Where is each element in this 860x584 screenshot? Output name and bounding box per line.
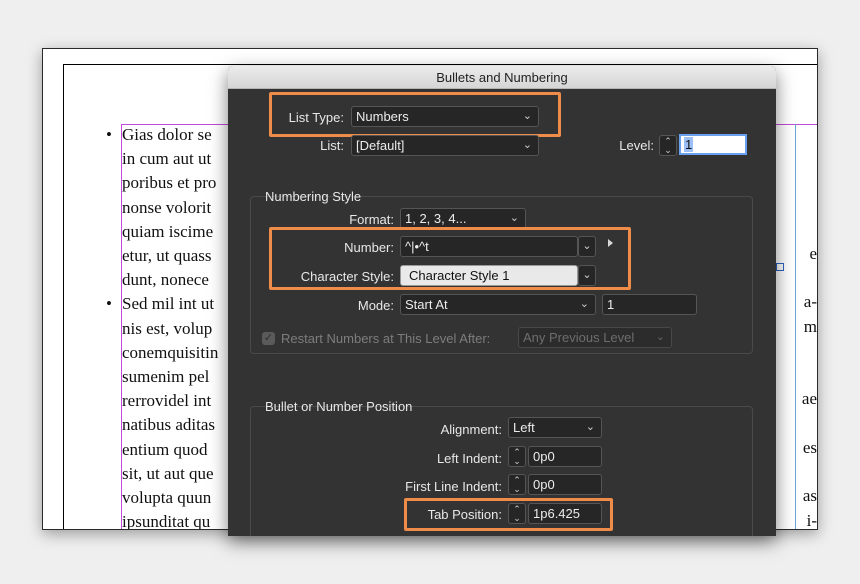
list-type-value: Numbers xyxy=(356,109,409,124)
character-style-value: Character Style 1 xyxy=(409,268,510,283)
text-fragment-right: e xyxy=(809,244,817,263)
chevron-down-icon: ⌄ xyxy=(579,298,589,310)
chevron-down-icon: ⌄ xyxy=(655,331,665,343)
triangle-right-icon[interactable] xyxy=(608,239,613,247)
position-group-title: Bullet or Number Position xyxy=(265,399,413,414)
text-fragment-right: ae xyxy=(801,389,817,408)
format-label: Format: xyxy=(349,212,394,227)
mode-select[interactable]: Start At ⌄ xyxy=(400,294,596,315)
first-line-indent-input[interactable]: 0p0 xyxy=(528,474,602,495)
character-style-label: Character Style: xyxy=(300,269,394,284)
alignment-value: Left xyxy=(513,420,535,435)
text-fragment-right: es xyxy=(802,438,817,457)
chevron-down-icon[interactable]: ⌄ xyxy=(578,265,596,286)
alignment-label: Alignment: xyxy=(440,422,502,437)
mode-value: Start At xyxy=(405,297,448,312)
mode-label: Mode: xyxy=(357,298,394,313)
text-fragment-right: as xyxy=(802,486,817,505)
stepper-arrows-icon[interactable]: ⌃ ⌄ xyxy=(508,474,526,495)
alignment-select[interactable]: Left ⌄ xyxy=(508,417,602,438)
mode-start-value: 1 xyxy=(607,297,615,312)
restart-numbers-label: Restart Numbers at This Level After: xyxy=(281,331,491,346)
number-label: Number: xyxy=(344,240,394,255)
restart-level-value: Any Previous Level xyxy=(523,330,635,345)
dialog-title: Bullets and Numbering xyxy=(228,66,776,89)
restart-level-select[interactable]: Any Previous Level ⌄ xyxy=(518,327,672,348)
list-select[interactable]: [Default] ⌄ xyxy=(351,135,539,156)
level-value: 1 xyxy=(684,137,694,152)
stepper-arrows-icon[interactable]: ⌃ ⌄ xyxy=(508,503,526,524)
list-type-select[interactable]: Numbers ⌄ xyxy=(351,106,539,127)
page-edge-left xyxy=(63,64,64,529)
format-select[interactable]: 1, 2, 3, 4... ⌄ xyxy=(400,208,526,229)
chevron-down-icon: ⌄ xyxy=(522,139,532,151)
left-indent-input[interactable]: 0p0 xyxy=(528,446,602,467)
bullet-glyph: • xyxy=(106,125,112,144)
mode-start-input[interactable]: 1 xyxy=(602,294,697,315)
level-label: Level: xyxy=(619,138,654,153)
text-fragment-right: m xyxy=(803,317,817,336)
bullets-numbering-dialog: Bullets and Numbering List Type: Numbers… xyxy=(228,66,776,536)
text-frame-out-port[interactable] xyxy=(776,263,784,271)
tab-position-value: 1p6.425 xyxy=(533,506,580,521)
chevron-down-icon[interactable]: ⌄ xyxy=(578,236,596,257)
character-style-select[interactable]: Character Style 1 xyxy=(400,265,578,286)
tab-position-label: Tab Position: xyxy=(427,507,502,522)
chevron-down-icon: ⌄ xyxy=(509,212,519,224)
first-line-indent-label: First Line Indent: xyxy=(405,479,502,494)
left-indent-value: 0p0 xyxy=(533,449,555,464)
left-indent-label: Left Indent: xyxy=(436,451,502,466)
list-type-label: List Type: xyxy=(288,110,344,125)
list-value: [Default] xyxy=(356,138,405,153)
tab-position-input[interactable]: 1p6.425 xyxy=(528,503,602,524)
format-value: 1, 2, 3, 4... xyxy=(405,211,467,226)
page-edge-top xyxy=(63,64,817,65)
number-input[interactable]: ^|•^t xyxy=(400,236,578,257)
chevron-down-icon: ⌄ xyxy=(585,421,595,433)
stepper-arrows-icon[interactable]: ⌃ ⌄ xyxy=(508,446,526,467)
first-line-indent-value: 0p0 xyxy=(533,477,555,492)
level-input[interactable]: 1 xyxy=(679,134,747,155)
checkbox-icon[interactable]: ✓ xyxy=(262,332,275,345)
chevron-down-icon: ⌄ xyxy=(522,110,532,122)
text-fragment-right: a- xyxy=(803,292,817,311)
numbering-style-title: Numbering Style xyxy=(265,189,362,204)
number-value: ^|•^t xyxy=(405,239,429,254)
level-stepper-icon[interactable]: ⌃ ⌄ xyxy=(659,135,677,156)
text-fragment-right: i- xyxy=(806,511,817,530)
list-label: List: xyxy=(320,138,344,153)
bullet-glyph: • xyxy=(106,294,112,314)
